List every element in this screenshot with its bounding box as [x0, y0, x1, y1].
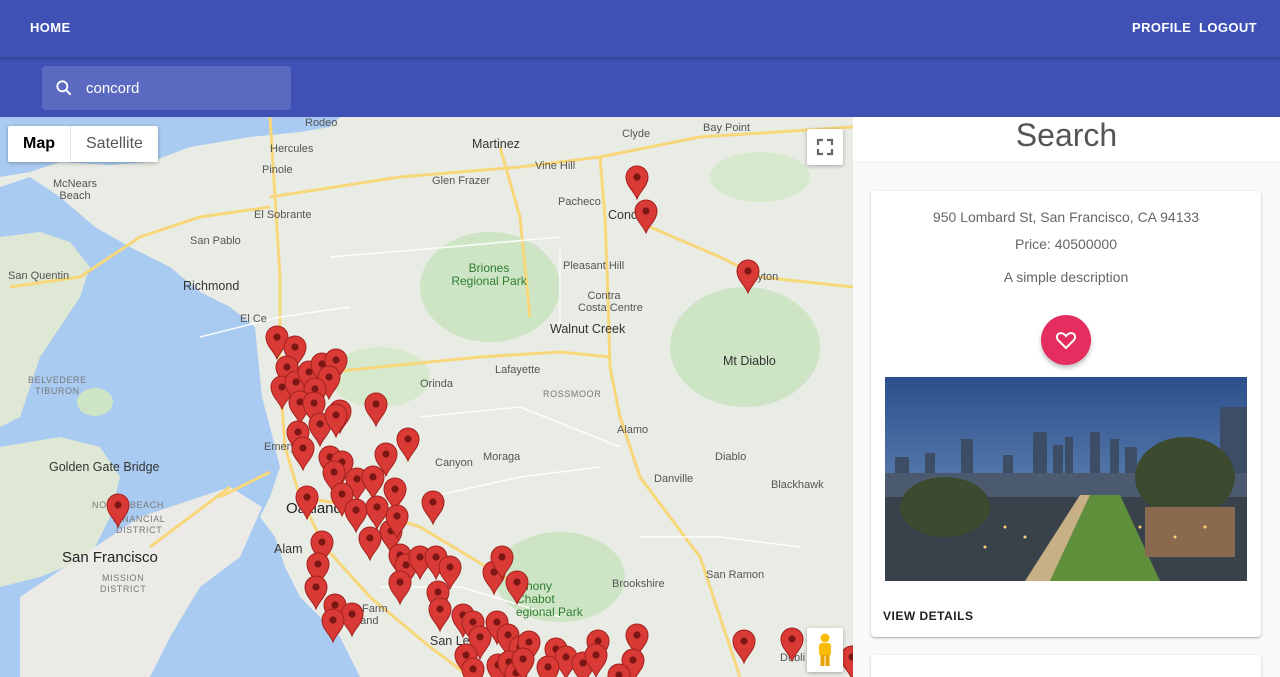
map-pin[interactable] — [634, 199, 658, 235]
map-pin[interactable] — [421, 490, 445, 526]
search-input[interactable] — [86, 76, 281, 100]
favorite-button[interactable] — [1041, 315, 1091, 365]
map-pin[interactable] — [358, 526, 382, 562]
listing-price: Price: 40500000 — [1015, 236, 1117, 252]
logout-button[interactable]: LOGOUT — [1199, 20, 1257, 38]
fullscreen-icon — [816, 138, 834, 156]
map-pin[interactable] — [780, 627, 804, 663]
map-pin[interactable] — [461, 657, 485, 677]
search-bar[interactable] — [42, 66, 291, 110]
map-pin[interactable] — [396, 427, 420, 463]
map-pin[interactable] — [361, 465, 385, 501]
map-pin[interactable] — [625, 165, 649, 201]
heart-icon — [1055, 332, 1077, 350]
profile-button[interactable]: PROFILE — [1132, 20, 1191, 38]
side-panel: Search 950 Lombard St, San Francisco, CA… — [853, 117, 1280, 677]
map-view[interactable]: Rodeo Hercules Pinole Martinez Vine Hill… — [0, 117, 853, 677]
fullscreen-button[interactable] — [807, 129, 843, 165]
map-markers — [106, 165, 853, 677]
listing-address: 950 Lombard St, San Francisco, CA 94133 — [932, 209, 1200, 225]
map-pin[interactable] — [364, 392, 388, 428]
app-bar: HOME PROFILE LOGOUT — [0, 0, 1280, 117]
view-details-button[interactable]: VIEW DETAILS — [883, 609, 973, 623]
map-pin[interactable] — [428, 597, 452, 633]
map-pin[interactable] — [736, 259, 760, 295]
map-pin[interactable] — [536, 655, 560, 677]
home-button[interactable]: HOME — [30, 20, 71, 38]
panel-title: Search — [853, 117, 1280, 163]
listing-card — [871, 655, 1261, 677]
map-pin[interactable] — [291, 436, 315, 472]
top-toolbar — [0, 0, 1280, 57]
map-pin[interactable] — [732, 629, 756, 665]
listing-photo — [885, 377, 1247, 581]
listing-description: A simple description — [1003, 269, 1129, 285]
street-view-pegman[interactable] — [807, 628, 843, 672]
map-pin[interactable] — [344, 498, 368, 534]
map-pin[interactable] — [388, 570, 412, 606]
map-pin[interactable] — [321, 608, 345, 644]
pegman-icon — [819, 633, 831, 666]
listing-card: 950 Lombard St, San Francisco, CA 94133 … — [871, 191, 1261, 637]
map-pin[interactable] — [106, 493, 130, 529]
map-pin[interactable] — [295, 485, 319, 521]
map-type-satellite[interactable]: Satellite — [71, 126, 158, 162]
map-type-control: Map Satellite — [8, 126, 158, 162]
map-pin[interactable] — [505, 570, 529, 606]
map-type-map[interactable]: Map — [8, 126, 71, 162]
search-icon — [56, 80, 72, 96]
